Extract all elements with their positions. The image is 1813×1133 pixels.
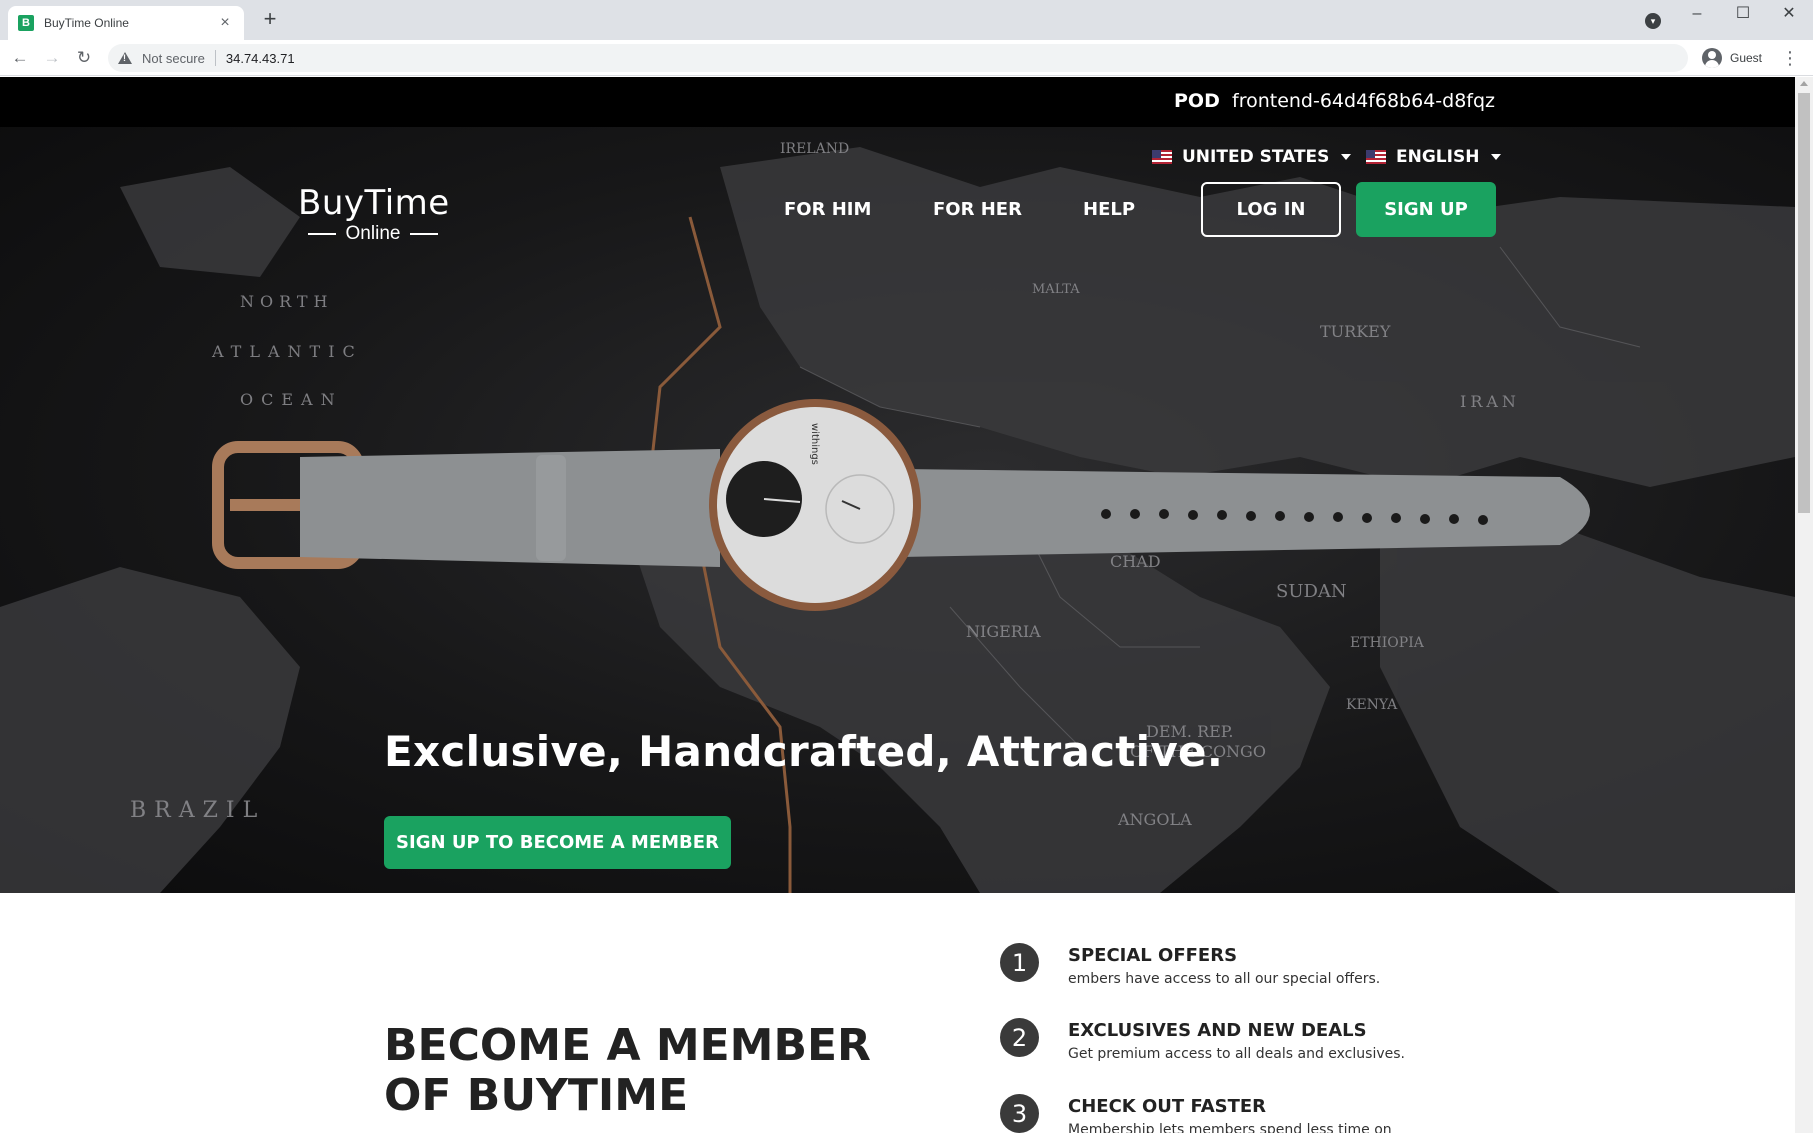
feature-title: CHECK OUT FASTER — [1068, 1096, 1267, 1117]
svg-text:TURKEY: TURKEY — [1320, 322, 1391, 341]
tab-search-icon[interactable]: ▾ — [1645, 13, 1661, 29]
watch-brand-text: withings — [809, 423, 820, 465]
new-tab-icon[interactable]: + — [258, 8, 282, 32]
become-member-button[interactable]: SIGN UP TO BECOME A MEMBER — [384, 816, 731, 869]
feature-number-badge: 2 — [1000, 1018, 1039, 1057]
feature-number-badge: 3 — [1000, 1094, 1039, 1133]
menu-icon[interactable]: ⋮ — [1780, 48, 1800, 68]
country-selector[interactable]: UNITED STATES — [1152, 147, 1352, 167]
language-label: ENGLISH — [1396, 147, 1480, 167]
brand-sub: Online — [298, 223, 448, 245]
brand-name: BuyTime — [298, 183, 450, 223]
pod-value: frontend-64d4f68b64-d8fqz — [1232, 90, 1496, 112]
minimize-icon[interactable]: – — [1674, 2, 1720, 30]
warning-icon — [118, 52, 132, 64]
svg-text:SUDAN: SUDAN — [1276, 581, 1347, 602]
feature-title: SPECIAL OFFERS — [1068, 945, 1238, 966]
caret-down-icon — [1341, 154, 1352, 160]
feature-description: Membership lets members spend less time … — [1068, 1122, 1392, 1133]
pod-bar: POD frontend-64d4f68b64-d8fqz — [0, 77, 1795, 127]
browser-tab[interactable]: B BuyTime Online × — [8, 6, 244, 40]
svg-text:CHAD: CHAD — [1110, 552, 1161, 571]
page-viewport: POD frontend-64d4f68b64-d8fqz NORTH ATLA — [0, 77, 1795, 1133]
nav-for-him[interactable]: FOR HIM — [784, 199, 871, 220]
svg-text:ETHIOPIA: ETHIOPIA — [1350, 635, 1425, 651]
url-text: 34.74.43.71 — [225, 50, 295, 66]
svg-text:OCEAN: OCEAN — [240, 390, 343, 409]
nav-help[interactable]: HELP — [1083, 199, 1135, 220]
hero-section: NORTH ATLANTIC OCEAN BRAZIL SUDAN CHAD I… — [0, 127, 1795, 893]
scroll-up-arrow-icon[interactable] — [1800, 81, 1808, 86]
browser-toolbar: ← → ↻ Not secure 34.74.43.71 Guest ⋮ — [0, 40, 1813, 76]
profile-button[interactable]: Guest — [1694, 44, 1770, 72]
page-scrollbar[interactable] — [1795, 77, 1813, 1133]
language-selector[interactable]: ENGLISH — [1366, 147, 1502, 167]
caret-down-icon — [1491, 154, 1502, 160]
svg-text:MALTA: MALTA — [1032, 282, 1080, 297]
site-favicon-icon: B — [18, 15, 34, 31]
security-label: Not secure — [142, 50, 205, 66]
reload-icon[interactable]: ↻ — [72, 46, 96, 70]
svg-text:ANGOLA: ANGOLA — [1117, 810, 1192, 829]
feature-description: embers have access to all our special of… — [1068, 971, 1381, 987]
member-title-line1: BECOME A MEMBER — [384, 1020, 871, 1071]
avatar-icon — [1702, 48, 1722, 68]
feature-description: Get premium access to all deals and excl… — [1068, 1046, 1405, 1062]
svg-text:NORTH: NORTH — [240, 292, 334, 311]
close-window-icon[interactable]: ✕ — [1766, 2, 1812, 30]
brand-logo[interactable]: BuyTime Online — [298, 183, 450, 245]
browser-tabstrip: B BuyTime Online × + ▾ – ☐ ✕ — [0, 0, 1813, 40]
svg-text:ATLANTIC: ATLANTIC — [211, 342, 363, 361]
us-flag-icon — [1152, 150, 1172, 164]
world-map-image: NORTH ATLANTIC OCEAN BRAZIL SUDAN CHAD I… — [0, 141, 1795, 893]
svg-text:IRAN: IRAN — [1460, 392, 1520, 411]
signup-button[interactable]: SIGN UP — [1356, 182, 1496, 237]
svg-text:KENYA: KENYA — [1346, 697, 1398, 713]
nav-for-her[interactable]: FOR HER — [933, 199, 1022, 220]
maximize-icon[interactable]: ☐ — [1720, 2, 1766, 30]
svg-text:NIGERIA: NIGERIA — [966, 622, 1041, 641]
svg-text:BRAZIL: BRAZIL — [130, 798, 265, 823]
svg-text:IRELAND: IRELAND — [780, 141, 849, 157]
country-label: UNITED STATES — [1182, 147, 1330, 167]
brand-divider — [308, 233, 336, 235]
feature-number-badge: 1 — [1000, 943, 1039, 982]
member-section-title: BECOME A MEMBER OF BUYTIME — [384, 1021, 904, 1121]
profile-label: Guest — [1730, 51, 1763, 65]
scrollbar-thumb[interactable] — [1798, 93, 1810, 513]
hero-headline: Exclusive, Handcrafted, Attractive. — [384, 727, 1224, 776]
feature-title: EXCLUSIVES AND NEW DEALS — [1068, 1020, 1367, 1041]
tab-title: BuyTime Online — [44, 16, 129, 30]
member-title-line2: OF BUYTIME — [384, 1070, 689, 1121]
url-separator — [214, 50, 216, 66]
login-button[interactable]: LOG IN — [1201, 182, 1341, 237]
back-icon[interactable]: ← — [8, 46, 32, 70]
brand-sub-text: Online — [345, 223, 401, 244]
close-tab-icon[interactable]: × — [216, 14, 234, 32]
forward-icon[interactable]: → — [40, 46, 64, 70]
us-flag-icon — [1366, 150, 1386, 164]
pod-label: POD — [1174, 90, 1220, 112]
address-bar[interactable]: Not secure 34.74.43.71 — [108, 44, 1688, 72]
brand-divider — [410, 233, 438, 235]
